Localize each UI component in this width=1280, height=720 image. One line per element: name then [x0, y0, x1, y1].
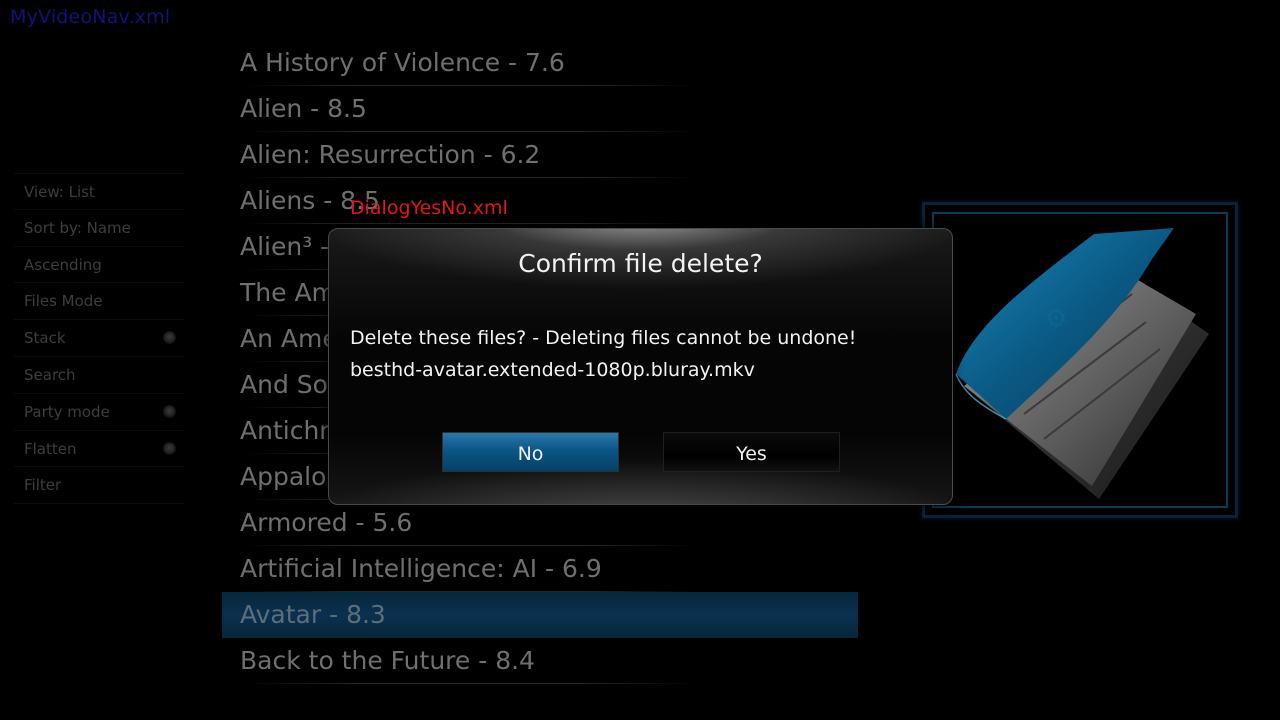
thumbnail: ⚙ [932, 212, 1228, 508]
side-item-search[interactable]: Search [14, 357, 184, 394]
side-item-label: View: List [24, 183, 95, 201]
list-item[interactable]: Artificial Intelligence: AI - 6.9 [222, 546, 862, 592]
side-item-sort[interactable]: Sort by: Name [14, 210, 184, 247]
side-item-label: Party mode [24, 402, 110, 421]
side-item-label: Flatten [24, 439, 77, 458]
side-item-flatten[interactable]: Flatten [14, 431, 184, 468]
dialog-message: Delete these files? - Deleting files can… [350, 322, 856, 386]
side-item-label: Stack [24, 329, 66, 348]
yes-button[interactable]: Yes [663, 432, 840, 472]
side-item-label: Files Mode [24, 292, 103, 311]
side-item-view[interactable]: View: List [14, 173, 184, 210]
stack-radio-icon[interactable] [163, 331, 176, 345]
side-panel: View: List Sort by: Name Ascending Files… [14, 173, 184, 505]
side-item-label: Ascending [24, 255, 102, 274]
list-item[interactable]: Back to the Future - 8.4 [222, 638, 862, 684]
side-item-filter[interactable]: Filter [14, 467, 184, 505]
flatten-radio-icon[interactable] [163, 441, 176, 455]
dialog-xml-label: DialogYesNo.xml [350, 197, 508, 219]
side-item-label: Filter [24, 476, 62, 495]
list-item[interactable]: A History of Violence - 7.6 [222, 40, 862, 86]
thumbnail-frame: ⚙ [922, 202, 1238, 518]
dialog-title: Confirm file delete? [518, 249, 763, 278]
side-item-label: Sort by: Name [24, 218, 131, 237]
side-item-stack[interactable]: Stack [14, 320, 184, 357]
list-item[interactable]: Alien: Resurrection - 6.2 [222, 132, 862, 178]
folder-icon: ⚙ [955, 228, 1209, 499]
side-item-order[interactable]: Ascending [14, 247, 184, 284]
side-item-party-mode[interactable]: Party mode [14, 394, 184, 431]
side-item-label: Search [24, 365, 76, 384]
dialog-message-filename: besthd-avatar.extended-1080p.bluray.mkv [350, 359, 755, 381]
party-mode-radio-icon[interactable] [163, 404, 176, 418]
list-item[interactable]: Armored - 5.6 [222, 500, 862, 546]
confirm-delete-dialog: Confirm file delete? Delete these files?… [328, 228, 953, 505]
no-button[interactable]: No [442, 432, 619, 472]
side-item-files-mode[interactable]: Files Mode [14, 283, 184, 321]
list-item[interactable]: Aliens - 8.5 [222, 178, 862, 224]
list-item-selected[interactable]: Avatar - 8.3 [222, 592, 858, 638]
kodi-screen: MyVideoNav.xml View: List Sort by: Name … [0, 0, 1280, 720]
window-xml-label: MyVideoNav.xml [10, 6, 171, 28]
list-item[interactable]: Alien - 8.5 [222, 86, 862, 132]
dialog-message-line1: Delete these files? - Deleting files can… [350, 327, 857, 349]
